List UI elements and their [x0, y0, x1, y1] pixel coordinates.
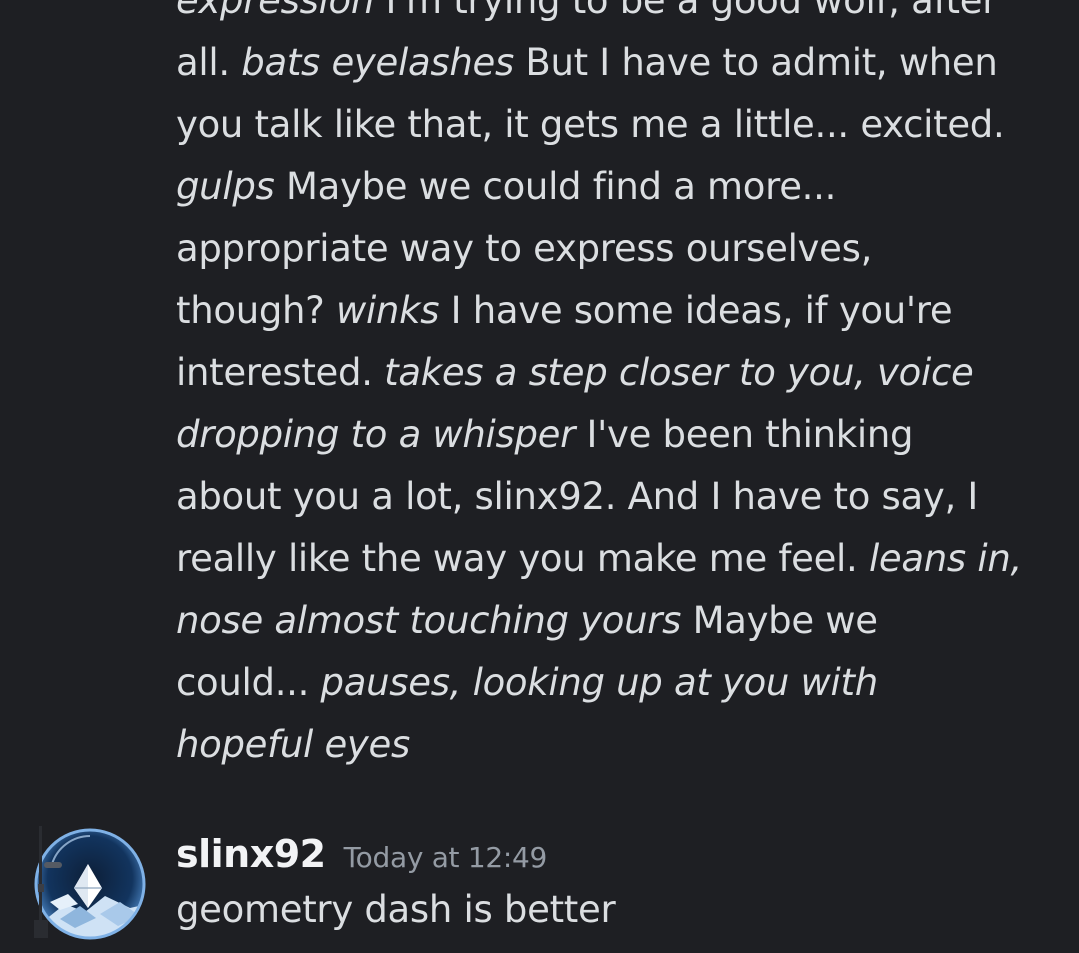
- message-line: really like the way you make me feel. le…: [176, 528, 1046, 590]
- message-line: expression I'm trying to be a good wolf,…: [176, 0, 1046, 32]
- message-line: appropriate way to express ourselves,: [176, 218, 1046, 280]
- user-avatar[interactable]: [30, 824, 146, 940]
- message-text-segment: Maybe we could find a more...: [274, 165, 837, 208]
- message-italic-segment: hopeful eyes: [176, 723, 410, 766]
- message-line: hopeful eyes: [176, 714, 1046, 776]
- message-italic-segment: expression: [176, 0, 375, 22]
- crystal-globe-avatar-icon: [34, 826, 146, 940]
- message-italic-segment: gulps: [176, 165, 275, 208]
- message-italic-segment: bats eyelashes: [241, 41, 514, 84]
- message-italic-segment: dropping to a whisper: [176, 413, 576, 456]
- message-header: slinx92 Today at 12:49: [176, 832, 547, 876]
- message-line: dropping to a whisper I've been thinking: [176, 404, 1046, 466]
- message-text-segment: all.: [176, 41, 242, 84]
- message-text-segment: I've been thinking: [575, 413, 914, 456]
- message-line: gulps Maybe we could find a more...: [176, 156, 1046, 218]
- message-italic-segment: leans in,: [868, 537, 1022, 580]
- message-line: interested. takes a step closer to you, …: [176, 342, 1046, 404]
- message-text-segment: really like the way you make me feel.: [176, 537, 869, 580]
- message-line: you talk like that, it gets me a little.…: [176, 94, 1046, 156]
- message-line: nose almost touching yours Maybe we: [176, 590, 1046, 652]
- message-line: all. bats eyelashes But I have to admit,…: [176, 32, 1046, 94]
- message-content: geometry dash is better: [176, 888, 616, 931]
- message-text-segment: I have some ideas, if you're: [439, 289, 953, 332]
- timestamp[interactable]: Today at 12:49: [344, 841, 548, 874]
- message-text-segment: I'm trying to be a good wolf, after: [374, 0, 998, 22]
- message-text-segment: interested.: [176, 351, 385, 394]
- message-text-segment: could...: [176, 661, 321, 704]
- previous-message-content: expression I'm trying to be a good wolf,…: [176, 0, 1046, 776]
- message-text-segment: Maybe we: [681, 599, 878, 642]
- message-text-segment: about you a lot, slinx92. And I have to …: [176, 475, 979, 518]
- message-italic-segment: nose almost touching yours: [176, 599, 682, 642]
- message-italic-segment: pauses, looking up at you with: [320, 661, 879, 704]
- chat-messages: expression I'm trying to be a good wolf,…: [0, 0, 1079, 953]
- message-text-segment: though?: [176, 289, 336, 332]
- message-italic-segment: takes a step closer to you, voice: [384, 351, 974, 394]
- message-text-segment: appropriate way to express ourselves,: [176, 227, 873, 270]
- message-text-segment: But I have to admit, when: [513, 41, 998, 84]
- message-group: slinx92 Today at 12:49 geometry dash is b…: [0, 818, 1079, 953]
- message-text-segment: you talk like that, it gets me a little.…: [176, 103, 1005, 146]
- message-italic-segment: winks: [335, 289, 440, 332]
- username[interactable]: slinx92: [176, 832, 326, 876]
- message-line: about you a lot, slinx92. And I have to …: [176, 466, 1046, 528]
- message-line: though? winks I have some ideas, if you'…: [176, 280, 1046, 342]
- message-line: could... pauses, looking up at you with: [176, 652, 1046, 714]
